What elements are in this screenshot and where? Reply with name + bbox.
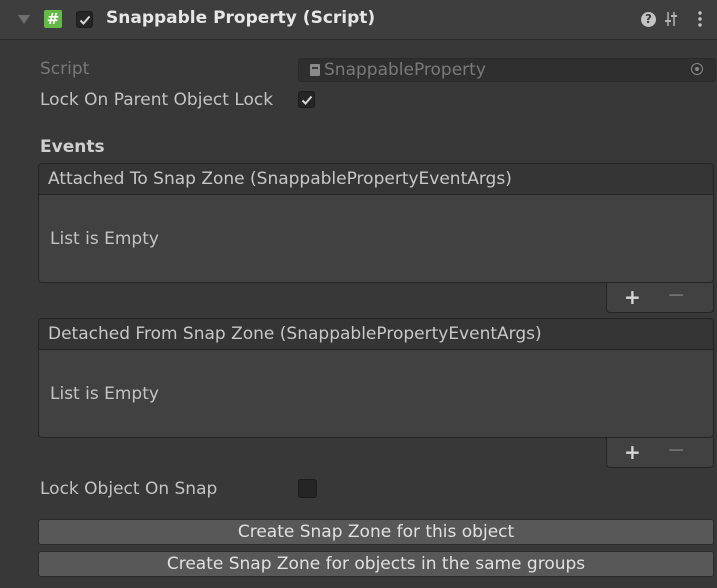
detached-event-list: List is Empty xyxy=(38,350,714,438)
object-picker-icon[interactable] xyxy=(691,63,703,75)
script-file-icon xyxy=(310,64,320,76)
detached-event-title: Detached From Snap Zone (SnappableProper… xyxy=(48,324,542,344)
checkmark-icon xyxy=(79,15,91,25)
events-heading: Events xyxy=(40,137,105,157)
component-header[interactable]: # Snappable Property (Script) ? xyxy=(0,0,717,40)
detached-event-header: Detached From Snap Zone (SnappableProper… xyxy=(38,318,714,350)
lock-object-checkbox[interactable] xyxy=(298,479,317,498)
detached-remove-button[interactable]: − xyxy=(667,438,685,463)
foldout-triangle-icon[interactable] xyxy=(18,15,30,24)
component-enabled-checkbox[interactable] xyxy=(76,11,93,28)
script-hash-icon: # xyxy=(44,10,62,28)
script-object-field[interactable]: SnappableProperty xyxy=(298,58,716,82)
create-group-snap-zone-button[interactable]: Create Snap Zone for objects in the same… xyxy=(38,551,714,577)
lock-object-label: Lock Object On Snap xyxy=(40,479,218,499)
attached-add-button[interactable]: + xyxy=(624,285,641,309)
lock-parent-label: Lock On Parent Object Lock xyxy=(40,90,274,110)
help-icon[interactable]: ? xyxy=(641,12,656,27)
attached-event-footer: + − xyxy=(606,283,714,313)
component-title: Snappable Property (Script) xyxy=(106,8,376,28)
kebab-menu-icon[interactable] xyxy=(698,10,702,28)
attached-empty-text: List is Empty xyxy=(50,229,159,249)
attached-remove-button[interactable]: − xyxy=(667,283,685,308)
detached-add-button[interactable]: + xyxy=(624,440,641,464)
lock-parent-checkbox[interactable] xyxy=(298,91,315,108)
attached-event-list: List is Empty xyxy=(38,195,714,283)
attached-event-header: Attached To Snap Zone (SnappableProperty… xyxy=(38,163,714,195)
attached-event-title: Attached To Snap Zone (SnappableProperty… xyxy=(48,169,512,189)
script-field-value: SnappableProperty xyxy=(324,60,486,80)
script-label: Script xyxy=(40,59,90,79)
create-snap-zone-button[interactable]: Create Snap Zone for this object xyxy=(38,519,714,545)
checkmark-icon xyxy=(301,95,313,105)
detached-empty-text: List is Empty xyxy=(50,384,159,404)
detached-event-footer: + − xyxy=(606,438,714,468)
sliders-icon[interactable] xyxy=(664,11,678,27)
